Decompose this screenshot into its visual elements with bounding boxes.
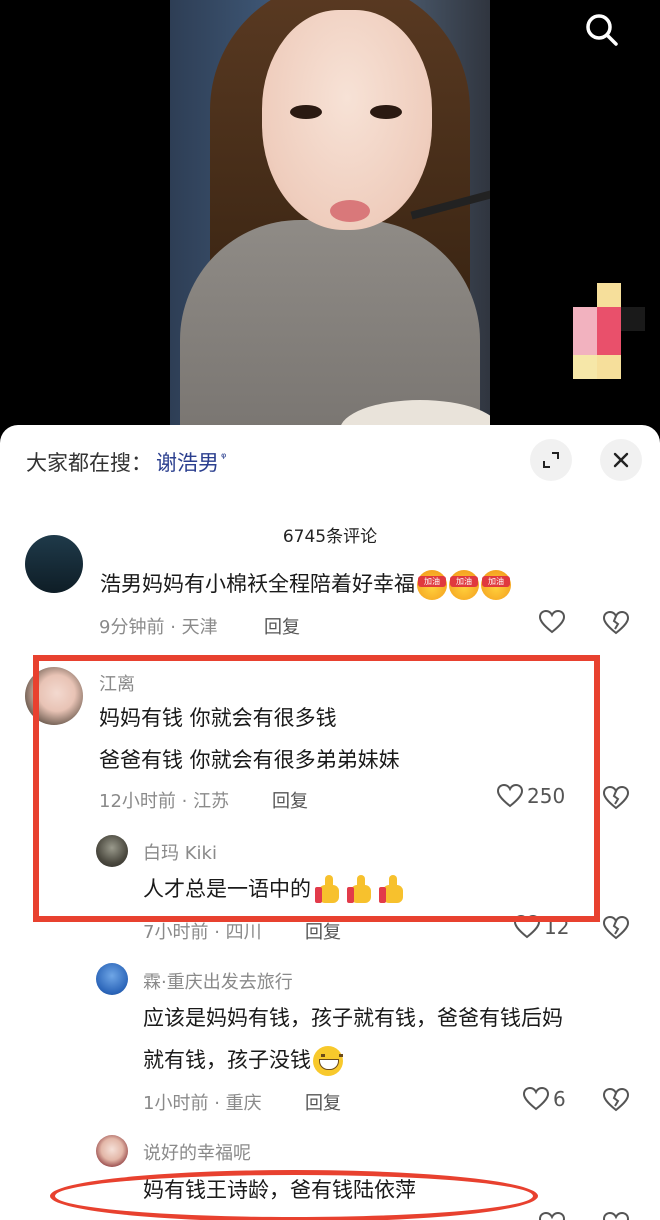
dislike-button[interactable] — [602, 1211, 630, 1220]
cheer-emoji-icon: 加油 — [417, 570, 447, 600]
suggested-search-prefix: 大家都在搜： — [26, 451, 152, 475]
heart-icon — [539, 1212, 565, 1220]
reply-meta: 1小时前 · 重庆 — [143, 1093, 262, 1114]
reply-meta: 7小时前 · 四川 — [143, 922, 262, 943]
dislike-button[interactable] — [602, 610, 630, 639]
reply-text: 妈有钱王诗龄，爸有钱陆依萍 — [143, 1178, 416, 1202]
cheer-emoji-icon: 加油 — [449, 570, 479, 600]
grin-emoji-icon — [313, 1046, 343, 1076]
like-button[interactable]: 12 — [514, 915, 569, 939]
dislike-button[interactable] — [602, 1087, 630, 1116]
video-frame — [170, 0, 490, 440]
reply-author[interactable]: 霖·重庆出发去旅行 — [143, 968, 293, 994]
like-button[interactable] — [539, 610, 569, 634]
search-button[interactable] — [580, 8, 624, 52]
comment-meta: 9分钟前 · 天津 — [99, 617, 218, 638]
cheer-emoji-icon: 加油 — [481, 570, 511, 600]
heart-icon — [539, 610, 565, 634]
heart-icon — [497, 784, 523, 808]
comment-text: 浩男妈妈有小棉袄全程陪着好幸福 加油 加油 加油 — [100, 563, 511, 605]
heart-icon — [514, 915, 540, 939]
reply-button[interactable]: 回复 — [264, 613, 300, 639]
reply-author[interactable]: 白玛 Kiki — [143, 839, 217, 865]
broken-heart-icon — [602, 785, 630, 810]
video-person-eye — [290, 105, 322, 119]
close-button[interactable] — [600, 439, 642, 481]
like-button[interactable]: 250 — [497, 784, 565, 808]
video-person-eye — [370, 105, 402, 119]
suggested-search-keyword[interactable]: 谢浩男 — [156, 447, 219, 477]
broken-heart-icon — [602, 915, 630, 940]
like-count: 6 — [553, 1087, 566, 1111]
suggested-search[interactable]: 大家都在搜： 谢浩男 ᵠ — [26, 445, 226, 479]
expand-button[interactable] — [530, 439, 572, 481]
reply-button[interactable]: 回复 — [272, 787, 308, 813]
like-button[interactable] — [539, 1212, 569, 1220]
dislike-button[interactable] — [602, 915, 630, 944]
avatar[interactable] — [96, 963, 128, 995]
avatar[interactable] — [96, 1135, 128, 1167]
comment-author[interactable]: 江离 — [99, 670, 135, 696]
search-icon — [586, 14, 618, 46]
close-icon — [613, 452, 629, 468]
broken-heart-icon — [602, 1087, 630, 1112]
video-person-face — [262, 10, 432, 230]
comment-text: 妈妈有钱 你就会有很多钱 爸爸有钱 你就会有很多弟弟妹妹 — [99, 706, 400, 772]
reply-author[interactable]: 说好的幸福呢 — [143, 1139, 251, 1165]
broken-heart-icon — [602, 1211, 630, 1220]
like-count: 12 — [544, 915, 570, 939]
reply-text: 应该是妈妈有钱，孩子就有钱，爸爸有钱后妈 就有钱，孩子没钱 — [143, 997, 563, 1081]
avatar[interactable] — [25, 667, 83, 725]
dislike-button[interactable] — [602, 785, 630, 814]
avatar[interactable] — [25, 535, 83, 593]
avatar[interactable] — [96, 835, 128, 867]
expand-icon — [543, 452, 559, 468]
heart-icon — [523, 1087, 549, 1111]
broken-heart-icon — [602, 610, 630, 635]
like-button[interactable]: 6 — [523, 1087, 566, 1111]
thumbs-up-icon — [347, 875, 375, 905]
reply-button[interactable]: 回复 — [305, 1089, 341, 1115]
thumbs-up-icon — [315, 875, 343, 905]
like-count: 250 — [527, 784, 566, 808]
comment-panel: 大家都在搜： 谢浩男 ᵠ 6745条评论 浩男妈妈有小棉袄全程陪着好幸福 加油 加油… — [0, 425, 660, 1220]
video-person-lips — [330, 200, 370, 222]
thumbs-up-icon — [379, 875, 407, 905]
keyword-search-icon: ᵠ — [221, 450, 227, 466]
video-player[interactable] — [0, 0, 660, 440]
reply-button[interactable]: 回复 — [305, 918, 341, 944]
reply-text: 人才总是一语中的 — [143, 868, 407, 910]
comment-meta: 12小时前 · 江苏 — [99, 791, 230, 812]
comment-count: 6745条评论 — [282, 527, 378, 547]
